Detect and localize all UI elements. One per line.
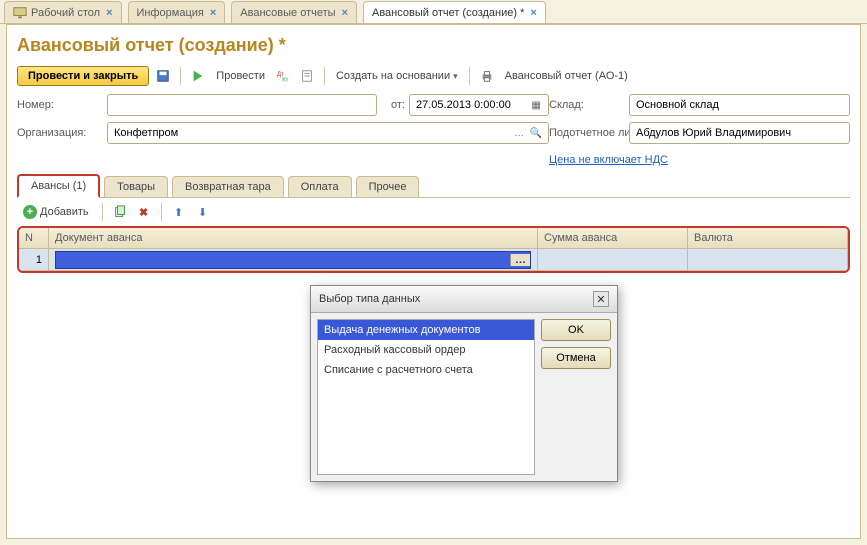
col-n: N (19, 228, 49, 248)
select-icon[interactable]: … (511, 128, 528, 139)
save-icon[interactable] (153, 66, 173, 86)
org-field[interactable]: … 🔍 (107, 122, 549, 144)
add-label: Добавить (40, 206, 89, 218)
person-field[interactable] (629, 122, 850, 144)
cell-cur (688, 249, 848, 270)
table-header: N Документ аванса Сумма аванса Валюта (19, 228, 848, 249)
warehouse-label: Склад: (549, 99, 629, 111)
main-tabs: Рабочий стол × Информация × Авансовые от… (0, 0, 867, 24)
number-field[interactable] (107, 94, 377, 116)
close-icon[interactable]: ✕ (593, 291, 609, 307)
list-item[interactable]: Списание с расчетного счета (318, 360, 534, 380)
vat-link[interactable]: Цена не включает НДС (549, 154, 668, 166)
date-field[interactable]: ▦ (409, 94, 549, 116)
subtab-returnable[interactable]: Возвратная тара (172, 176, 284, 197)
list-item[interactable]: Выдача денежных документов (318, 320, 534, 340)
main-toolbar: Провести и закрыть Провести ДтКт Создать… (17, 66, 850, 86)
separator (324, 67, 325, 85)
print-form-button[interactable]: Авансовый отчет (АО-1) (501, 68, 632, 84)
close-icon[interactable]: × (106, 7, 112, 19)
separator (180, 67, 181, 85)
row-toolbar: + Добавить ✖ ⬆ ⬇ (17, 198, 850, 226)
calendar-icon[interactable]: ▦ (528, 100, 544, 111)
tab-info[interactable]: Информация × (128, 1, 226, 23)
tab-report-create[interactable]: Авансовый отчет (создание) * × (363, 1, 546, 23)
separator (161, 203, 162, 221)
col-sum: Сумма аванса (538, 228, 688, 248)
separator (102, 203, 103, 221)
dialog-buttons: OK Отмена (541, 319, 611, 475)
dialog-body: Выдача денежных документов Расходный кас… (311, 313, 617, 481)
close-icon[interactable]: × (342, 7, 348, 19)
type-listbox[interactable]: Выдача денежных документов Расходный кас… (317, 319, 535, 475)
tab-label: Авансовый отчет (создание) * (372, 7, 524, 19)
add-row-button[interactable]: + Добавить (17, 203, 95, 221)
tab-desktop[interactable]: Рабочий стол × (4, 1, 122, 23)
col-doc: Документ аванса (49, 228, 538, 248)
warehouse-field[interactable] (629, 94, 850, 116)
cancel-button[interactable]: Отмена (541, 347, 611, 369)
subtab-payment[interactable]: Оплата (288, 176, 352, 197)
dialog-title-text: Выбор типа данных (319, 293, 420, 305)
col-cur: Валюта (688, 228, 848, 248)
plus-icon: + (23, 205, 37, 219)
printer-icon[interactable] (477, 66, 497, 86)
subtab-goods[interactable]: Товары (104, 176, 168, 197)
advances-table: N Документ аванса Сумма аванса Валюта 1 … (17, 226, 850, 273)
dtkt-icon[interactable]: ДтКт (273, 66, 293, 86)
tab-label: Авансовые отчеты (240, 7, 335, 19)
person-label: Подотчетное лицо: (549, 127, 629, 139)
create-based-button[interactable]: Создать на основании (332, 68, 462, 84)
desktop-icon (13, 6, 27, 20)
search-icon[interactable]: 🔍 (527, 128, 544, 139)
table-row[interactable]: 1 … (19, 249, 848, 271)
doc-edit-cell[interactable]: … (55, 251, 531, 269)
list-item[interactable]: Расходный кассовый ордер (318, 340, 534, 360)
copy-icon[interactable] (110, 202, 130, 222)
close-icon[interactable]: × (210, 7, 216, 19)
cell-n: 1 (19, 249, 49, 270)
delete-icon[interactable]: ✖ (134, 202, 154, 222)
subtab-other[interactable]: Прочее (356, 176, 420, 197)
move-up-icon[interactable]: ⬆ (169, 202, 189, 222)
submit-close-button[interactable]: Провести и закрыть (17, 66, 149, 86)
cell-doc[interactable]: … (49, 249, 538, 270)
type-select-dialog: Выбор типа данных ✕ Выдача денежных доку… (310, 285, 618, 482)
subtab-advances[interactable]: Авансы (1) (17, 174, 100, 198)
number-label: Номер: (17, 99, 107, 111)
tab-label: Рабочий стол (31, 7, 100, 19)
move-down-icon[interactable]: ⬇ (193, 202, 213, 222)
document-icon[interactable] (297, 66, 317, 86)
separator (469, 67, 470, 85)
org-label: Организация: (17, 127, 107, 139)
cell-sum (538, 249, 688, 270)
tab-label: Информация (137, 7, 204, 19)
submit-button[interactable]: Провести (212, 68, 269, 84)
tab-reports[interactable]: Авансовые отчеты × (231, 1, 357, 23)
page-title: Авансовый отчет (создание) * (17, 35, 850, 56)
cell-select-icon[interactable]: … (510, 254, 530, 266)
submit-icon[interactable] (188, 66, 208, 86)
form: Номер: от: ▦ Склад: Организация: … 🔍 Под… (17, 94, 850, 166)
from-label: от: (377, 99, 409, 111)
subtabs: Авансы (1) Товары Возвратная тара Оплата… (17, 174, 850, 198)
svg-text:Кт: Кт (282, 76, 289, 83)
close-icon[interactable]: × (530, 7, 536, 19)
ok-button[interactable]: OK (541, 319, 611, 341)
dialog-titlebar[interactable]: Выбор типа данных ✕ (311, 286, 617, 313)
